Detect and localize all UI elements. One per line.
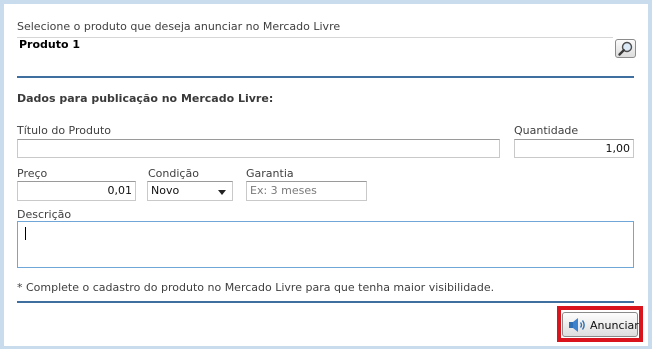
condicao-value: Novo (151, 184, 180, 197)
product-prompt-label: Selecione o produto que deseja anunciar … (17, 20, 341, 33)
chevron-down-icon (218, 190, 226, 195)
speaker-icon (569, 318, 585, 332)
titulo-input[interactable] (17, 139, 500, 158)
garantia-input[interactable]: Ex: 3 meses (246, 181, 367, 201)
separator-top (17, 76, 634, 78)
anunciar-button[interactable]: Anunciar (562, 312, 639, 337)
condicao-label: Condição (148, 167, 199, 180)
titulo-label: Título do Produto (17, 124, 111, 137)
text-caret (25, 227, 26, 240)
condicao-select[interactable]: Novo (147, 181, 233, 201)
quantidade-input[interactable]: 1,00 (514, 139, 634, 158)
quantidade-label: Quantidade (514, 124, 579, 137)
search-product-button[interactable] (615, 39, 636, 58)
descricao-label: Descrição (17, 208, 72, 221)
anunciar-label: Anunciar (590, 319, 639, 332)
window-frame-left (0, 0, 4, 349)
magnifier-icon (618, 41, 633, 56)
window-frame-top (0, 0, 652, 4)
garantia-label: Garantia (246, 167, 294, 180)
footnote: * Complete o cadastro do produto no Merc… (17, 281, 495, 294)
separator-bottom (17, 301, 634, 303)
preco-label: Preço (17, 167, 48, 180)
preco-input[interactable]: 0,01 (17, 181, 136, 201)
section-title: Dados para publicação no Mercado Livre: (17, 92, 274, 105)
window-frame-right (648, 0, 652, 349)
descricao-textarea[interactable] (17, 221, 634, 268)
product-field[interactable]: Produto 1 (17, 37, 613, 57)
